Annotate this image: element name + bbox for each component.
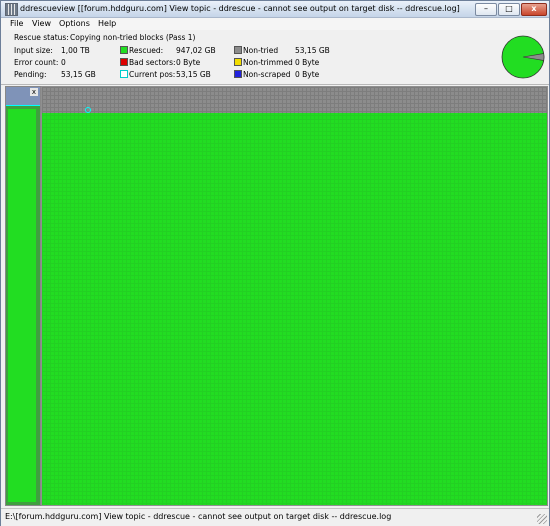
app-window: ddrescueview [[forum.hddguru.com] View t… — [0, 0, 550, 526]
bad-sectors-color-swatch — [120, 58, 128, 66]
non-trimmed-label: Non-trimmed — [243, 58, 293, 67]
minimize-button[interactable]: – — [475, 3, 497, 16]
sidebar-rescued-fill — [8, 109, 36, 502]
menu-file[interactable]: File — [10, 19, 23, 28]
non-scraped-value: 0 Byte — [295, 70, 320, 79]
close-button[interactable]: x — [521, 3, 547, 16]
bad-sectors-label: Bad sectors: — [129, 58, 176, 67]
non-trimmed-color-swatch — [234, 58, 242, 66]
status-bar: E:\[forum.hddguru.com] View topic - ddre… — [1, 508, 549, 526]
menu-options[interactable]: Options — [59, 19, 90, 28]
input-size-label: Input size: — [14, 46, 53, 55]
maximize-button[interactable]: □ — [498, 3, 520, 16]
rescue-status-label: Rescue status: — [14, 33, 69, 42]
menu-help[interactable]: Help — [98, 19, 116, 28]
current-pos-color-swatch — [120, 70, 128, 78]
non-trimmed-value: 0 Byte — [295, 58, 320, 67]
current-position-marker — [85, 107, 91, 113]
bad-sectors-value: 0 Byte — [176, 58, 201, 67]
current-pos-value: 53,15 GB — [176, 70, 211, 79]
sidebar-close-icon[interactable]: x — [30, 88, 38, 96]
rescued-value: 947,02 GB — [176, 46, 216, 55]
resize-grip-icon[interactable] — [537, 514, 547, 524]
overview-sidebar[interactable]: x — [5, 86, 41, 506]
title-bar[interactable]: ddrescueview [[forum.hddguru.com] View t… — [1, 1, 549, 18]
non-scraped-label: Non-scraped — [243, 70, 291, 79]
pending-value: 53,15 GB — [61, 70, 96, 79]
status-bar-path: E:\[forum.hddguru.com] View topic - ddre… — [5, 512, 392, 521]
sidebar-position-marker — [6, 105, 40, 106]
non-tried-color-swatch — [234, 46, 242, 54]
rescued-color-swatch — [120, 46, 128, 54]
window-title: ddrescueview [[forum.hddguru.com] View t… — [20, 4, 460, 13]
rescue-status-value: Copying non-tried blocks (Pass 1) — [70, 33, 196, 42]
menu-view[interactable]: View — [32, 19, 51, 28]
non-scraped-color-swatch — [234, 70, 242, 78]
non-tried-value: 53,15 GB — [295, 46, 330, 55]
non-tried-blocks-region — [42, 87, 547, 113]
pending-label: Pending: — [14, 70, 47, 79]
rescued-label: Rescued: — [129, 46, 164, 55]
error-count-value: 0 — [61, 58, 66, 67]
input-size-value: 1,00 TB — [61, 46, 90, 55]
non-tried-label: Non-tried — [243, 46, 279, 55]
current-pos-label: Current pos: — [129, 70, 176, 79]
rescue-status-panel: Rescue status: Copying non-tried blocks … — [1, 30, 549, 85]
rescue-progress-pie — [501, 35, 545, 79]
menu-bar: File View Options Help — [1, 18, 549, 30]
ddrescueview-app-icon[interactable] — [5, 3, 18, 16]
block-map-grid[interactable] — [41, 86, 548, 506]
error-count-label: Error count: — [14, 58, 59, 67]
